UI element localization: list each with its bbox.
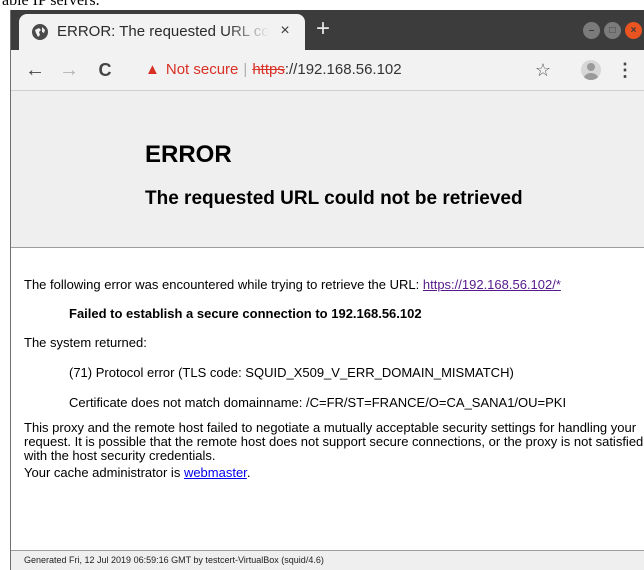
profile-avatar-icon[interactable] bbox=[581, 60, 601, 80]
minimize-icon[interactable]: – bbox=[583, 22, 600, 39]
intro-text: The following error was encountered whil… bbox=[24, 277, 423, 292]
protocol-error-text: (71) Protocol error (TLS code: SQUID_X50… bbox=[69, 365, 514, 380]
intro-paragraph: The following error was encountered whil… bbox=[24, 277, 561, 292]
browser-toolbar: ← → C ▲ Not secure | https://192.168.56.102… bbox=[11, 50, 644, 91]
error-banner: ERROR The requested URL could not be ret… bbox=[11, 91, 644, 248]
bookmark-star-icon[interactable]: ☆ bbox=[531, 58, 555, 82]
forward-arrow-icon[interactable]: → bbox=[57, 58, 81, 82]
address-bar[interactable]: ▲ Not secure | https://192.168.56.102 bbox=[145, 60, 402, 80]
tab-close-icon[interactable]: × bbox=[275, 21, 295, 41]
close-window-icon[interactable]: × bbox=[625, 22, 642, 39]
admin-text: Your cache administrator is bbox=[24, 465, 184, 480]
webmaster-link[interactable]: webmaster bbox=[184, 465, 247, 480]
reload-icon[interactable]: C bbox=[93, 58, 117, 82]
browser-window: ERROR: The requested URL could not be re… bbox=[10, 10, 644, 570]
address-separator: | bbox=[243, 61, 248, 78]
admin-paragraph: Your cache administrator is webmaster. bbox=[24, 465, 250, 480]
tab-title: ERROR: The requested URL could not be re… bbox=[57, 23, 269, 40]
kebab-menu-icon[interactable]: ⋮ bbox=[615, 58, 635, 82]
globe-icon bbox=[32, 24, 48, 40]
failure-message: Failed to establish a secure connection … bbox=[69, 306, 422, 321]
error-subheading: The requested URL could not be retrieved bbox=[145, 188, 523, 209]
tab-strip: ERROR: The requested URL could not be re… bbox=[11, 10, 644, 50]
footer-text: Generated Fri, 12 Jul 2019 06:59:16 GMT … bbox=[24, 555, 324, 565]
page-content: ERROR The requested URL could not be ret… bbox=[11, 91, 644, 570]
requested-url-link[interactable]: https://192.168.56.102/* bbox=[423, 277, 561, 292]
warning-triangle-icon: ▲ bbox=[145, 61, 160, 78]
url-scheme: https bbox=[252, 61, 285, 78]
certificate-error-text: Certificate does not match domainname: /… bbox=[69, 395, 567, 410]
document-text-fragment: able IP servers. bbox=[2, 0, 100, 9]
url-host: ://192.168.56.102 bbox=[284, 61, 402, 78]
browser-tab[interactable]: ERROR: The requested URL could not be re… bbox=[19, 14, 305, 50]
new-tab-button[interactable]: + bbox=[309, 16, 337, 44]
explanation-paragraph: This proxy and the remote host failed to… bbox=[24, 420, 644, 463]
admin-suffix: . bbox=[246, 465, 251, 480]
not-secure-label[interactable]: Not secure bbox=[166, 61, 239, 78]
footer-bar: Generated Fri, 12 Jul 2019 06:59:16 GMT … bbox=[11, 551, 644, 570]
error-heading: ERROR bbox=[145, 141, 232, 168]
back-arrow-icon[interactable]: ← bbox=[23, 58, 47, 82]
maximize-icon[interactable]: □ bbox=[604, 22, 621, 39]
system-returned-label: The system returned: bbox=[24, 335, 147, 350]
